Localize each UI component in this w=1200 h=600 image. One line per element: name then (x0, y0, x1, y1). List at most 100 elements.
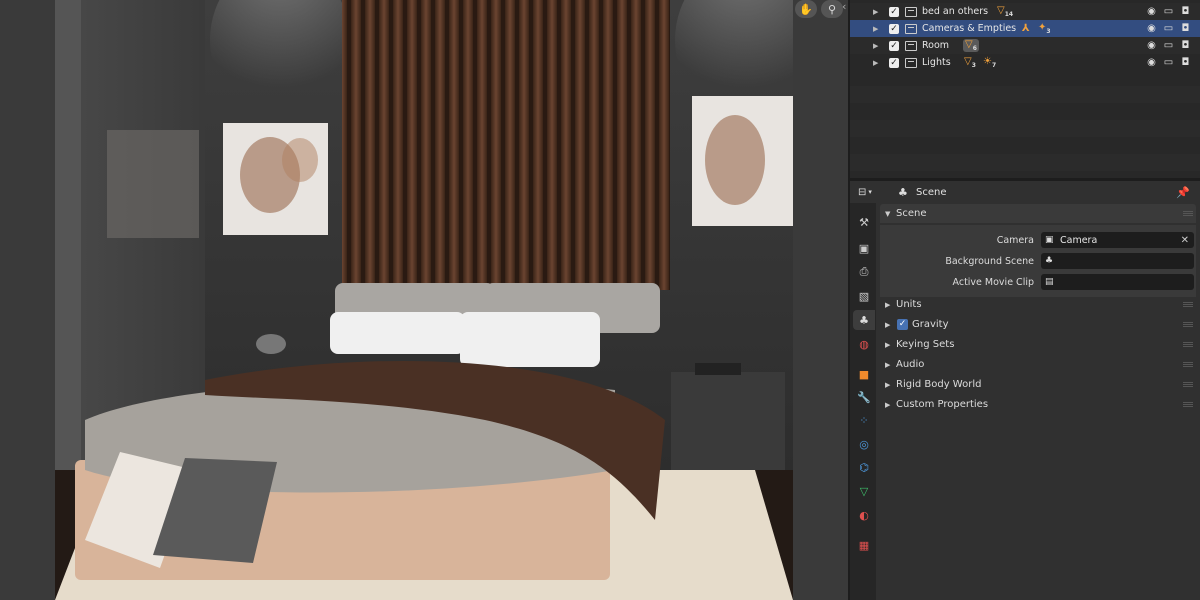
light-count: 7 (991, 62, 997, 69)
movie-clip-field[interactable]: ▤ (1041, 274, 1194, 290)
camera-field[interactable]: ▣ Camera ✕ (1041, 232, 1194, 248)
light-count-badge[interactable]: ☀7 (983, 56, 996, 69)
panel-audio-header[interactable]: ▶ Audio (880, 355, 1196, 374)
collection-name[interactable]: Lights (922, 57, 951, 68)
exclude-checkbox[interactable]: ✓ (889, 57, 899, 68)
expand-arrow-icon[interactable]: ▶ (873, 8, 878, 16)
panel-rigid-body-header[interactable]: ▶ Rigid Body World (880, 375, 1196, 394)
eye-icon[interactable]: ◉ (1145, 6, 1158, 18)
eye-icon[interactable]: ◉ (1145, 57, 1158, 69)
movie-clip-label: Active Movie Clip (952, 276, 1034, 288)
drag-grip-icon[interactable] (1183, 342, 1193, 347)
monitor-icon[interactable]: ▭ (1162, 6, 1175, 18)
modifier-icon[interactable]: 🔧 (853, 387, 875, 407)
bedroom-render-illustration (55, 0, 793, 600)
physics-icon[interactable]: ◎ (853, 434, 875, 454)
rendered-bedroom-image[interactable] (55, 0, 793, 600)
view-layer-icon[interactable]: ▧ (853, 286, 875, 306)
hand-icon[interactable]: ✋ (795, 0, 817, 18)
background-scene-label: Background Scene (945, 255, 1034, 267)
outliner[interactable]: ▶ ✓ bed an others ▽14 ◉ ▭ ◘ ▶ ✓ Cameras … (850, 0, 1200, 178)
clapperboard-icon: ▤ (1045, 277, 1054, 287)
camera-render-icon[interactable]: ◘ (1179, 23, 1192, 35)
panel-title: Custom Properties (896, 399, 989, 410)
collection-name[interactable]: bed an others (922, 6, 988, 17)
movie-clip-row: Active Movie Clip ▤ (880, 274, 1196, 290)
drag-grip-icon[interactable] (1183, 362, 1193, 367)
scene-icon[interactable]: ♣ (853, 310, 875, 330)
camera-render-icon[interactable]: ◘ (1179, 40, 1192, 52)
clear-x-icon[interactable]: ✕ (1181, 235, 1189, 246)
properties-tabs: ⚒ ▣ ⎙ ▧ ♣ ◍ ■ 🔧 ⁘ ◎ ⌬ ▽ ◐ ▦ (850, 203, 876, 600)
outliner-row-cameras-empties[interactable]: ▶ ✓ Cameras & Empties ⅄ ✦3 ◉ ▭ ◘ (850, 20, 1200, 37)
texture-icon[interactable]: ▦ (853, 535, 875, 555)
camera-render-icon[interactable]: ◘ (1179, 6, 1192, 18)
camera-render-icon[interactable]: ◘ (1179, 57, 1192, 69)
sidebar-toggle-icon[interactable]: ‹ (842, 0, 846, 13)
tool-icon[interactable]: ⚒ (853, 212, 875, 232)
mesh-icon: ▽ (965, 39, 973, 50)
data-icon[interactable]: ▽ (853, 481, 875, 501)
camera-value: Camera (1060, 234, 1098, 246)
panel-custom-properties-header[interactable]: ▶ Custom Properties (880, 395, 1196, 414)
material-icon[interactable]: ◐ (853, 505, 875, 525)
particles-icon[interactable]: ⁘ (853, 410, 875, 430)
camera-label: Camera (996, 234, 1034, 246)
expand-arrow-icon[interactable]: ▶ (873, 25, 878, 33)
mesh-icon: ▽ (964, 56, 972, 67)
render-icon[interactable]: ▣ (853, 238, 875, 258)
exclude-checkbox[interactable]: ✓ (889, 23, 899, 34)
properties-content: ▼ Scene Camera ▣ Camera ✕ Background Sce… (877, 203, 1200, 600)
mesh-count-badge[interactable]: ▽6 (963, 39, 979, 52)
panel-scene-header[interactable]: ▼ Scene (880, 204, 1196, 223)
panel-keying-sets-header[interactable]: ▶ Keying Sets (880, 335, 1196, 354)
drag-grip-icon[interactable] (1183, 211, 1193, 216)
expand-arrow-icon[interactable]: ▶ (873, 59, 878, 67)
properties-context-title: Scene (916, 186, 947, 198)
monitor-icon[interactable]: ▭ (1162, 57, 1175, 69)
output-icon[interactable]: ⎙ (853, 262, 875, 282)
3d-viewport[interactable]: ✋ ⚲ ‹ (0, 0, 848, 600)
exclude-checkbox[interactable]: ✓ (889, 6, 899, 17)
collection-name[interactable]: Cameras & Empties (922, 23, 1016, 34)
background-scene-field[interactable]: ♣ (1041, 253, 1194, 269)
panel-title: Keying Sets (896, 339, 955, 350)
monitor-icon[interactable]: ▭ (1162, 40, 1175, 52)
drag-grip-icon[interactable] (1183, 322, 1193, 327)
drag-grip-icon[interactable] (1183, 302, 1193, 307)
panel-gravity-header[interactable]: ▶ ✓ Gravity (880, 315, 1196, 334)
eye-icon[interactable]: ◉ (1145, 23, 1158, 35)
panel-units-header[interactable]: ▶ Units (880, 295, 1196, 314)
object-icon[interactable]: ■ (853, 364, 875, 384)
outliner-row-bed-an-others[interactable]: ▶ ✓ bed an others ▽14 ◉ ▭ ◘ (850, 3, 1200, 20)
zoom-icon[interactable]: ⚲ (821, 0, 843, 18)
expand-arrow-icon: ▶ (885, 300, 891, 309)
mesh-count-badge[interactable]: ▽3 (964, 56, 976, 69)
expand-arrow-icon: ▶ (885, 380, 891, 389)
collapse-arrow-icon: ▼ (885, 209, 891, 218)
mesh-count-badge[interactable]: ▽14 (997, 5, 1013, 18)
drag-grip-icon[interactable] (1183, 382, 1193, 387)
gravity-checkbox[interactable]: ✓ (897, 319, 908, 330)
pin-icon[interactable]: 📌 (1176, 186, 1190, 199)
monitor-icon[interactable]: ▭ (1162, 23, 1175, 35)
expand-arrow-icon: ▶ (885, 400, 891, 409)
drag-grip-icon[interactable] (1183, 402, 1193, 407)
constraints-icon[interactable]: ⌬ (853, 457, 875, 477)
eye-icon[interactable]: ◉ (1145, 40, 1158, 52)
chevron-down-icon: ▾ (868, 188, 872, 196)
exclude-checkbox[interactable]: ✓ (889, 40, 899, 51)
mesh-count: 3 (971, 62, 976, 69)
world-icon[interactable]: ◍ (853, 334, 875, 354)
collection-name[interactable]: Room (922, 40, 949, 51)
editor-type-button[interactable]: ⊟ ▾ (858, 184, 882, 200)
expand-arrow-icon[interactable]: ▶ (873, 42, 878, 50)
empty-icon[interactable]: ⅄ (1022, 23, 1030, 34)
panel-title: Rigid Body World (896, 379, 982, 390)
viewport-right-margin (793, 0, 848, 600)
outliner-row-room[interactable]: ▶ ✓ Room ▽6 ◉ ▭ ◘ (850, 37, 1200, 54)
expand-arrow-icon: ▶ (885, 320, 891, 329)
viewport-navigation-tools: ✋ ⚲ (795, 0, 843, 18)
camera-count-badge[interactable]: ✦3 (1038, 22, 1051, 35)
panel-title: Units (896, 299, 922, 310)
